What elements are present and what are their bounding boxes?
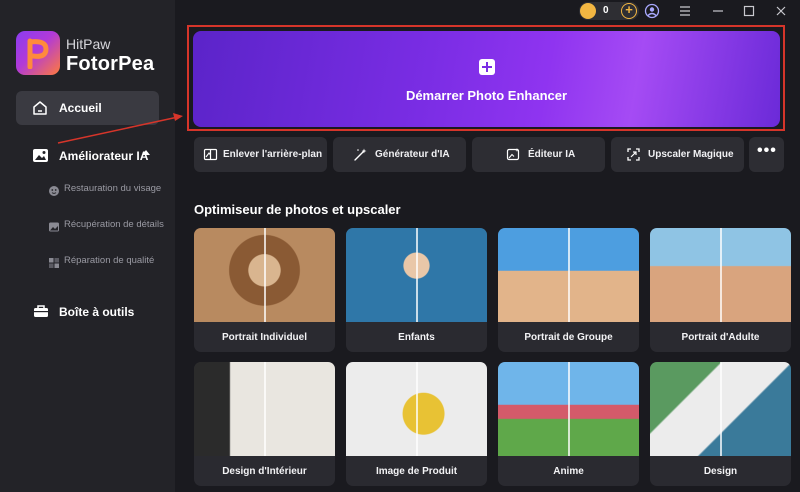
tool-label: Générateur d'IA [375,149,450,160]
brand-name-big: FotorPea [66,53,155,75]
card-children[interactable]: Enfants [346,228,487,352]
remove-background-icon [203,148,218,161]
sidebar-item-enhancer[interactable]: Améliorateur IA [16,145,159,167]
tool-label: Enlever l'arrière-plan [223,149,323,160]
home-icon [33,101,47,115]
image-enhance-icon [33,149,48,162]
more-tools-button[interactable]: ••• [749,137,784,172]
minimize-icon[interactable] [710,3,726,19]
face-icon [49,186,59,196]
user-icon[interactable] [644,3,660,19]
tool-ai-generator[interactable]: Générateur d'IA [333,137,466,172]
card-label: Portrait d'Adulte [681,332,760,343]
quality-repair-icon [49,258,59,268]
sidebar-item-enhancer-label: Améliorateur IA [59,149,149,163]
sidebar-subitem-label: Réparation de qualité [64,255,155,266]
card-individual-portrait[interactable]: Portrait Individuel [194,228,335,352]
card-label: Design d'Intérieur [222,466,307,477]
card-label: Portrait Individuel [221,332,307,343]
sidebar-item-toolbox[interactable]: Boîte à outils [16,300,159,322]
coin-count: 0 [603,5,609,16]
card-anime[interactable]: Anime [498,362,639,486]
tool-label: Éditeur IA [528,149,576,160]
start-photo-enhancer-button[interactable]: Démarrer Photo Enhancer [193,31,780,127]
card-adult-portrait[interactable]: Portrait d'Adulte [650,228,791,352]
sidebar-item-home-label: Accueil [59,101,102,115]
compare-divider [720,362,722,456]
sidebar: HitPaw FotorPea Accueil Améliorateur IA … [0,0,175,492]
menu-icon[interactable] [677,3,693,19]
plus-icon [479,59,495,75]
tool-remove-background[interactable]: Enlever l'arrière-plan [194,137,327,172]
card-design[interactable]: Design [650,362,791,486]
logo-p-icon [27,38,49,69]
compare-divider [568,228,570,322]
compare-divider [264,228,266,322]
tool-magic-upscaler[interactable]: Upscaler Magique [611,137,744,172]
card-product-image[interactable]: Image de Produit [346,362,487,486]
image-edit-icon [506,148,520,161]
upscale-icon [627,148,640,161]
close-icon[interactable] [773,3,789,19]
compare-divider [568,362,570,456]
magic-wand-icon [354,148,367,161]
toolbox-icon [34,305,48,317]
card-label: Design [703,466,738,477]
start-photo-enhancer-label: Démarrer Photo Enhancer [405,88,568,103]
compare-divider [720,228,722,322]
sidebar-item-toolbox-label: Boîte à outils [59,305,135,319]
add-credits-button[interactable]: + [621,3,637,19]
compare-divider [416,362,418,456]
tool-ai-editor[interactable]: Éditeur IA [472,137,605,172]
card-label: Image de Produit [375,466,458,477]
sidebar-subitem-label: Récupération de détails [64,219,164,230]
compare-divider [264,362,266,456]
maximize-icon[interactable] [741,3,757,19]
detail-image-icon [49,222,59,232]
coin-icon [580,3,596,19]
chevron-up-icon [142,150,150,155]
card-label: Enfants [398,332,435,343]
tool-label: Upscaler Magique [648,149,734,160]
sidebar-subitem-label: Restauration du visage [64,183,162,194]
app-logo [16,31,60,75]
sidebar-item-home[interactable]: Accueil [16,91,159,125]
compare-divider [416,228,418,322]
more-dots-icon: ••• [757,142,777,159]
card-interior-design[interactable]: Design d'Intérieur [194,362,335,486]
section-title: Optimiseur de photos et upscaler [194,202,401,217]
brand-name-small: HitPaw [66,36,111,52]
card-label: Portrait de Groupe [524,332,613,343]
card-label: Anime [553,466,584,477]
card-group-portrait[interactable]: Portrait de Groupe [498,228,639,352]
credits-widget[interactable]: 0 + [579,2,639,20]
